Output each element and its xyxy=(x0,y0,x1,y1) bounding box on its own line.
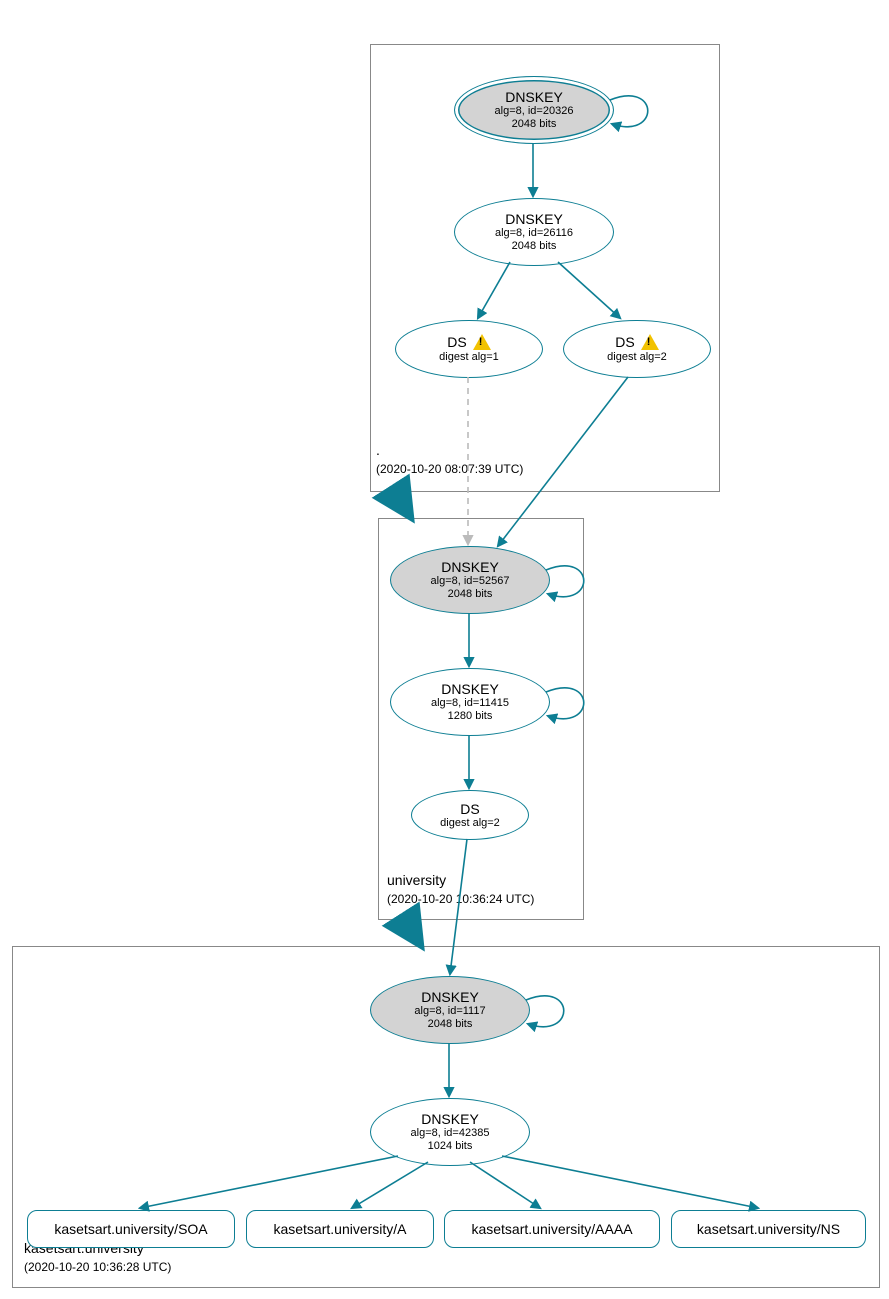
node-line2: digest alg=1 xyxy=(439,351,499,364)
node-title: kasetsart.university/NS xyxy=(697,1221,840,1237)
node-title: DNSKEY xyxy=(421,1111,479,1127)
node-kasetsart-ksk[interactable]: DNSKEY alg=8, id=1117 2048 bits xyxy=(370,976,530,1044)
node-title: DNSKEY xyxy=(505,89,563,105)
node-line2: alg=8, id=26116 xyxy=(495,227,573,240)
zone-university-label: university xyxy=(387,872,446,888)
node-title: kasetsart.university/A xyxy=(273,1221,406,1237)
node-line3: 2048 bits xyxy=(448,588,493,601)
node-title: DNSKEY xyxy=(441,681,499,697)
node-title: DS xyxy=(447,334,490,351)
node-line2: alg=8, id=52567 xyxy=(431,575,510,588)
node-root-ds1[interactable]: DS digest alg=1 xyxy=(395,320,543,378)
node-title: kasetsart.university/AAAA xyxy=(471,1221,632,1237)
node-line3: 2048 bits xyxy=(512,118,557,131)
node-line2: alg=8, id=1117 xyxy=(414,1005,485,1018)
node-line2: alg=8, id=42385 xyxy=(411,1127,490,1140)
node-university-zsk[interactable]: DNSKEY alg=8, id=11415 1280 bits xyxy=(390,668,550,736)
node-title: DNSKEY xyxy=(421,989,479,1005)
node-line2: digest alg=2 xyxy=(440,817,500,830)
node-title: kasetsart.university/SOA xyxy=(54,1221,207,1237)
zone-root-timestamp: (2020-10-20 08:07:39 UTC) xyxy=(376,462,523,476)
node-line3: 2048 bits xyxy=(428,1018,473,1031)
warning-icon xyxy=(641,334,659,350)
node-kasetsart-zsk[interactable]: DNSKEY alg=8, id=42385 1024 bits xyxy=(370,1098,530,1166)
zone-root-label: . xyxy=(376,442,380,458)
node-university-ksk[interactable]: DNSKEY alg=8, id=52567 2048 bits xyxy=(390,546,550,614)
node-title: DS xyxy=(460,801,479,817)
node-rr-a[interactable]: kasetsart.university/A xyxy=(246,1210,434,1248)
node-university-ds[interactable]: DS digest alg=2 xyxy=(411,790,529,840)
node-title: DNSKEY xyxy=(441,559,499,575)
node-title: DS xyxy=(615,334,658,351)
warning-icon xyxy=(473,334,491,350)
node-line2: digest alg=2 xyxy=(607,351,667,364)
node-title: DNSKEY xyxy=(505,211,563,227)
node-line3: 1280 bits xyxy=(448,710,493,723)
zone-kasetsart-timestamp: (2020-10-20 10:36:28 UTC) xyxy=(24,1260,171,1274)
node-line3: 2048 bits xyxy=(512,240,557,253)
node-line2: alg=8, id=11415 xyxy=(431,697,509,710)
ds-label: DS xyxy=(615,334,634,350)
ds-label: DS xyxy=(447,334,466,350)
zone-university-timestamp: (2020-10-20 10:36:24 UTC) xyxy=(387,892,534,906)
node-rr-ns[interactable]: kasetsart.university/NS xyxy=(671,1210,866,1248)
node-root-ksk[interactable]: DNSKEY alg=8, id=20326 2048 bits xyxy=(454,76,614,144)
node-rr-soa[interactable]: kasetsart.university/SOA xyxy=(27,1210,235,1248)
node-line2: alg=8, id=20326 xyxy=(495,105,574,118)
node-root-zsk[interactable]: DNSKEY alg=8, id=26116 2048 bits xyxy=(454,198,614,266)
node-line3: 1024 bits xyxy=(428,1140,473,1153)
node-root-ds2[interactable]: DS digest alg=2 xyxy=(563,320,711,378)
node-rr-aaaa[interactable]: kasetsart.university/AAAA xyxy=(444,1210,660,1248)
